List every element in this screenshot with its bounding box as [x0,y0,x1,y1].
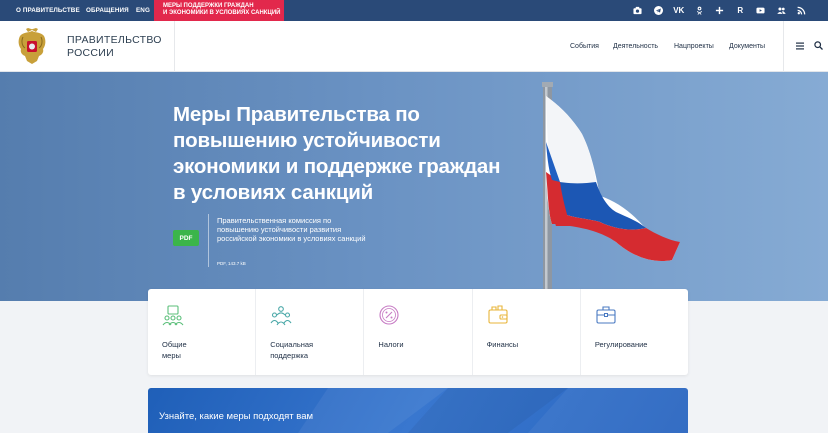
pdf-download-button[interactable]: PDF [173,230,199,246]
nav-events[interactable]: События [570,43,599,50]
english-link[interactable]: ENG [136,7,150,14]
card-social-support[interactable]: Социальная поддержка [256,289,365,375]
card-general-measures[interactable]: Общие меры [148,289,257,375]
people-icon[interactable] [771,0,792,21]
header-divider [174,21,175,72]
telegram-icon[interactable] [648,0,669,21]
about-link[interactable]: О ПРАВИТЕЛЬСТВЕ [16,7,80,14]
hero-title: Меры Правительства по повышению устойчив… [173,103,501,204]
hero-banner: Меры Правительства по повышению устойчив… [0,72,828,301]
russian-flag-image [542,82,680,301]
card-finance[interactable]: Финансы [473,289,581,375]
card-label: Социальная поддержка [270,340,314,360]
card-label: Регулирование [594,340,648,349]
regulation-icon [596,306,616,324]
card-label: Общие меры [162,340,187,360]
doc-divider [208,214,209,267]
card-label: Налоги [378,340,404,349]
nav-documents[interactable]: Документы [729,43,765,50]
document-link[interactable]: Правительственная комиссия по повышению … [217,216,367,243]
promo-line-2: И ЭКОНОМИКИ В УСЛОВИЯХ САНКЦИЙ [163,10,281,16]
plus-icon[interactable] [710,0,731,21]
sanctions-support-banner[interactable]: МЕРЫ ПОДДЕРЖКИ ГРАЖДАН И ЭКОНОМИКИ В УСЛ… [154,0,284,21]
document-meta: PDF, 143.7 kB [217,261,246,266]
youtube-icon[interactable] [751,0,772,21]
site-header: ПРАВИТЕЛЬСТВО РОССИИ События Деятельност… [0,21,828,72]
brand-line-1: ПРАВИТЕЛЬСТВО [67,34,162,46]
brand-title[interactable]: ПРАВИТЕЛЬСТВО РОССИИ [67,34,162,59]
promo-line-1: МЕРЫ ПОДДЕРЖКИ ГРАЖДАН [163,3,254,9]
header-divider-right [783,21,784,72]
general-measures-icon [162,305,184,326]
rss-icon[interactable] [792,0,813,21]
menu-icon[interactable] [796,42,804,50]
top-bar: О ПРАВИТЕЛЬСТВЕ ОБРАЩЕНИЯ ENG МЕРЫ ПОДДЕ… [0,0,828,21]
card-regulation[interactable]: Регулирование [581,289,688,375]
camera-icon[interactable] [628,0,649,21]
measures-quiz-banner[interactable]: Узнайте, какие меры подходят вам [148,388,688,433]
odnoklassniki-icon[interactable] [689,0,710,21]
search-icon[interactable] [814,41,823,50]
appeals-link[interactable]: ОБРАЩЕНИЯ [86,7,129,14]
social-links: VK R [628,0,813,21]
social-support-icon [270,306,292,326]
brand-line-2: РОССИИ [67,46,114,59]
category-cards: Общие меры Социальная поддержка Налоги Ф… [148,289,688,375]
finance-icon [488,305,508,324]
taxes-icon [379,305,399,325]
rutube-icon[interactable]: R [730,0,751,21]
quiz-title: Узнайте, какие меры подходят вам [159,411,314,422]
card-label: Финансы [486,340,519,349]
nav-national-projects[interactable]: Нацпроекты [674,43,714,50]
nav-activity[interactable]: Деятельность [613,43,658,50]
card-taxes[interactable]: Налоги [364,289,473,375]
vk-icon[interactable]: VK [669,0,690,21]
russian-emblem-icon[interactable] [14,27,50,67]
